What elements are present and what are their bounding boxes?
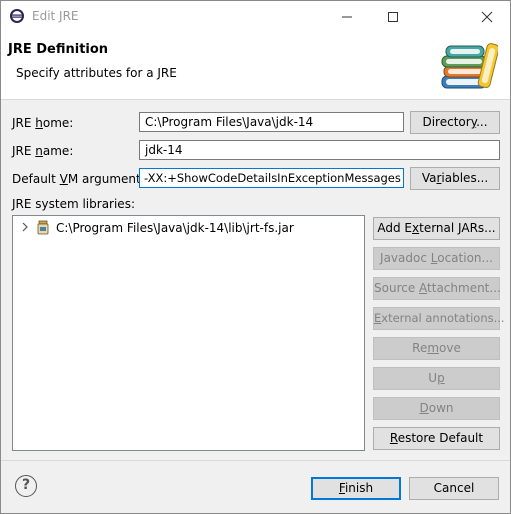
help-button[interactable]: ? <box>15 475 37 497</box>
cancel-button[interactable]: Cancel <box>409 477 499 500</box>
add-external-jars-button[interactable]: Add External JARs... <box>373 217 500 240</box>
button-text: ttachment... <box>427 281 501 295</box>
close-icon <box>481 11 493 23</box>
external-annotations-button[interactable]: External annotations... <box>373 307 505 330</box>
javadoc-location-button[interactable]: Javadoc Location... <box>373 247 500 270</box>
button-text: ove <box>439 341 461 355</box>
mnemonic: R <box>389 431 398 445</box>
source-attachment-button[interactable]: Source Attachment... <box>373 277 501 300</box>
eclipse-icon <box>10 9 24 23</box>
title-bar: Edit JRE <box>1 1 510 32</box>
label-text: ame: <box>42 144 74 158</box>
up-button[interactable]: Up <box>373 367 500 390</box>
chevron-right-icon[interactable] <box>21 222 29 232</box>
mnemonic: p <box>437 371 445 385</box>
books-library-icon <box>441 43 498 89</box>
directory-button[interactable]: Directory... <box>410 111 500 134</box>
system-libraries-tree[interactable]: C:\Program Files\Java\jdk-14\lib\jrt-fs.… <box>12 215 365 451</box>
minimize-icon <box>342 16 352 18</box>
jre-home-label: JRE home: <box>12 116 73 130</box>
button-text: inish <box>344 481 374 495</box>
page-description: Specify attributes for a JRE <box>16 66 177 80</box>
library-path: C:\Program Files\Java\jdk-14\lib\jrt-fs.… <box>56 221 294 235</box>
label-text: JRE <box>12 144 36 158</box>
button-text: Add E <box>377 221 413 235</box>
button-text: Re <box>412 341 428 355</box>
jre-home-input[interactable]: C:\Program Files\Java\jdk-14 <box>139 112 404 132</box>
jre-name-label: JRE name: <box>12 144 73 158</box>
edit-jre-dialog: Edit JRE JRE Definition Specify attribut… <box>0 0 511 514</box>
mnemonic: n <box>35 144 43 158</box>
vm-arguments-label: Default VM arguments: <box>12 172 151 186</box>
system-libraries-label: JRE system libraries: <box>12 197 135 211</box>
button-text: ternal JARs... <box>419 221 496 235</box>
button-text: U <box>428 371 438 385</box>
minimize-button[interactable] <box>324 1 370 32</box>
button-text: xternal annotations... <box>381 311 505 325</box>
button-text: Director <box>422 115 471 129</box>
mnemonic: D <box>419 401 429 415</box>
jre-name-input[interactable]: jdk-14 <box>139 140 500 160</box>
button-text: Va <box>421 171 437 185</box>
label-text: Default <box>12 172 60 186</box>
page-title: JRE Definition <box>8 42 109 57</box>
remove-button[interactable]: Remove <box>373 337 500 360</box>
close-button[interactable] <box>464 1 510 32</box>
button-text: own <box>428 401 454 415</box>
window-title: Edit JRE <box>32 9 79 23</box>
mnemonic: h <box>35 116 43 130</box>
footer-divider <box>1 460 510 461</box>
vm-arguments-input[interactable]: -XX:+ShowCodeDetailsInExceptionMessages <box>139 168 404 188</box>
button-text: Source <box>374 281 420 295</box>
button-text: Javadoc <box>380 251 431 265</box>
maximize-button[interactable] <box>370 1 416 32</box>
button-text: estore Default <box>397 431 484 445</box>
finish-button[interactable]: Finish <box>311 477 401 500</box>
mnemonic: V <box>59 172 68 186</box>
jar-icon <box>37 220 49 235</box>
label-text: ome: <box>42 116 74 130</box>
label-text: JRE <box>12 116 36 130</box>
header-banner: JRE Definition Specify attributes for a … <box>1 32 510 100</box>
down-button[interactable]: Down <box>373 397 500 420</box>
restore-default-button[interactable]: Restore Default <box>373 427 500 450</box>
mnemonic: m <box>427 341 440 355</box>
button-text: iables... <box>441 171 489 185</box>
button-text: ... <box>476 115 488 129</box>
maximize-icon <box>388 12 398 22</box>
button-text: ocation... <box>437 251 493 265</box>
mnemonic: A <box>419 281 428 295</box>
variables-button[interactable]: Variables... <box>410 167 500 190</box>
